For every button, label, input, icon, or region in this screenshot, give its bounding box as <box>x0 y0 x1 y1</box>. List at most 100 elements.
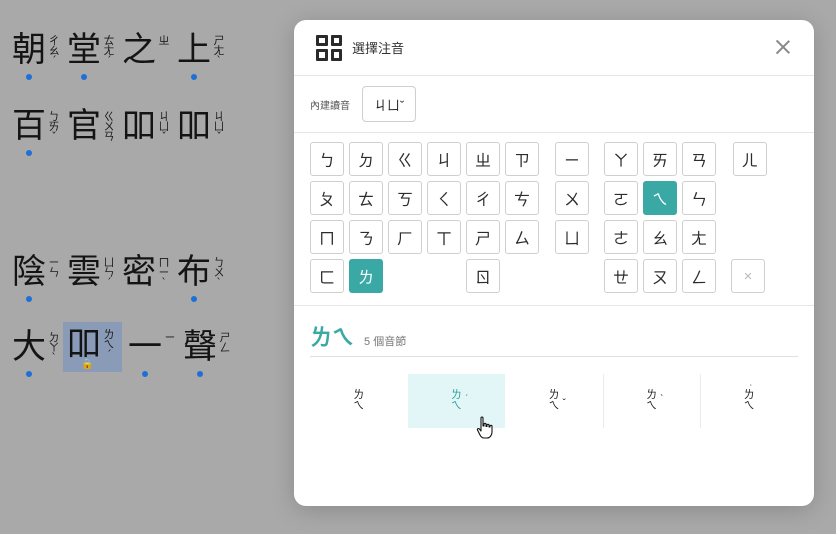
zhuyin-key[interactable]: ㄕ <box>466 220 500 254</box>
hanzi-char: 雲 <box>67 252 101 292</box>
zhuyin-symbol: ˋ <box>216 54 222 67</box>
annotation-dot <box>197 371 203 377</box>
dialog-header: 選擇注音 <box>294 20 814 76</box>
zhuyin-key[interactable]: ㄦ <box>732 142 767 176</box>
zhuyin-key[interactable]: ㄔ <box>466 181 500 215</box>
tone-option[interactable]: ㄌㄟˇ <box>505 374 603 428</box>
character[interactable]: 百ㄅㄞˇ <box>12 106 61 156</box>
zhuyin-key[interactable]: ㄐ <box>427 142 461 176</box>
character[interactable]: 吅ㄐㄩˇ <box>122 106 171 146</box>
zhuyin-key[interactable]: ㄨ <box>555 181 589 215</box>
zhuyin-key[interactable]: ㄋ <box>349 220 383 254</box>
tone-zhuyin: ㄌㄟˋ <box>646 390 663 412</box>
character[interactable]: 聲ㄕㄥ <box>183 327 232 377</box>
character[interactable]: 一ㄧ <box>128 327 177 377</box>
hanzi-char: 布 <box>177 252 211 292</box>
tone-zhuyin: ㄌㄟˊ <box>451 390 468 412</box>
zhuyin-key[interactable]: ㄘ <box>505 181 539 215</box>
zhuyin-key[interactable]: ㄙ <box>505 220 539 254</box>
tone-option[interactable]: ㄌㄟ <box>310 374 408 428</box>
zhuyin-key[interactable]: ㄎ <box>388 181 422 215</box>
character[interactable]: 上ㄕㄤˋ <box>177 30 226 80</box>
zhuyin-key[interactable]: ㄌ <box>349 259 383 293</box>
tone-options: ㄌㄟ ㄌㄟ ˊ ㄌㄟ ˇ ㄌㄟ ˋ ㄌㄟ ˙ <box>310 374 798 428</box>
lock-icon: 🔒 <box>81 359 94 370</box>
zhuyin-key[interactable]: ㄚ <box>604 142 638 176</box>
zhuyin-annotation: ㄓ <box>157 34 171 47</box>
zhuyin-annotation: ㄇㄧˋ <box>157 257 171 289</box>
builtin-reading-button[interactable]: ㄐㄩˇ <box>362 86 416 122</box>
text-line: 百ㄅㄞˇ官ㄍㄨㄢ吅ㄐㄩˇ吅ㄐㄩˇ <box>12 106 232 156</box>
zhuyin-annotation: ㄧㄣ <box>47 257 61 278</box>
hanzi-char: 密 <box>122 252 156 292</box>
zhuyin-key[interactable]: ㄈ <box>310 259 344 293</box>
zhuyin-key[interactable]: ㄩ <box>555 220 589 254</box>
zhuyin-key[interactable]: ㄟ <box>643 181 677 215</box>
annotation-dot <box>142 371 148 377</box>
hanzi-char: 上 <box>177 30 211 70</box>
dialog-title: 選擇注音 <box>352 41 405 56</box>
zhuyin-key[interactable]: ㄡ <box>643 259 677 293</box>
result-zhuyin: ㄌㄟ <box>310 325 355 350</box>
zhuyin-symbol: ㄓ <box>158 34 170 47</box>
tone-option[interactable]: ㄌㄟ ˙ <box>700 374 798 428</box>
zhuyin-symbol: ˇ <box>216 130 222 143</box>
character[interactable]: 密ㄇㄧˋ <box>122 252 171 292</box>
hanzi-char: 大 <box>12 327 46 367</box>
zhuyin-key[interactable]: ㄞ <box>643 142 677 176</box>
zhuyin-key[interactable]: ㄍ <box>388 142 422 176</box>
character[interactable]: 朝ㄔㄠˊ <box>12 30 61 80</box>
character[interactable]: 官ㄍㄨㄢ <box>67 106 116 146</box>
builtin-reading-row: 內建讀音 ㄐㄩˇ <box>294 76 814 133</box>
hanzi-char: 吅 <box>122 106 156 146</box>
zhuyin-key[interactable]: ㄥ <box>682 259 716 293</box>
character[interactable]: 雲ㄩㄣˊ <box>67 252 116 292</box>
character[interactable]: 大ㄉㄚˋ <box>12 327 61 377</box>
character[interactable]: 布ㄅㄨˋ <box>177 252 226 302</box>
zhuyin-key[interactable]: ㄉ <box>349 142 383 176</box>
tone-zhuyin: ㄌㄟ <box>353 390 364 412</box>
zhuyin-key[interactable]: ㄤ <box>682 220 716 254</box>
zhuyin-keypad: ㄅㄉㄍㄐㄓㄗㄆㄊㄎㄑㄔㄘㄇㄋㄏㄒㄕㄙㄈㄌ ㄖ ㄧㄨㄩ ㄚㄞㄢㄦㄛㄟㄣㄜㄠㄤㄝㄡㄥ × <box>310 142 780 297</box>
result-header: ㄌㄟ 5 個音節 <box>310 320 406 352</box>
tone-mark: ˊ <box>464 394 469 405</box>
zhuyin-key[interactable]: ㄏ <box>388 220 422 254</box>
zhuyin-symbol: ˋ <box>51 351 57 364</box>
zhuyin-key[interactable]: ㄖ <box>466 259 500 293</box>
selected-character[interactable]: 吅ㄌㄟ ˊ 🔒 <box>63 322 122 372</box>
zhuyin-annotation: ㄌㄟˊ <box>102 329 116 361</box>
zhuyin-key[interactable]: ㄣ <box>682 181 716 215</box>
zhuyin-annotation: ㄩㄣˊ <box>102 257 116 288</box>
zhuyin-symbol: ˊ <box>106 348 112 361</box>
zhuyin-key[interactable]: ㄛ <box>604 181 638 215</box>
zhuyin-symbol: ㄟ <box>548 400 560 412</box>
zhuyin-key[interactable]: ㄧ <box>555 142 589 176</box>
zhuyin-symbol: ˋ <box>161 276 167 289</box>
zhuyin-annotation: ㄅㄨˋ <box>212 257 226 288</box>
zhuyin-key[interactable]: ㄜ <box>604 220 638 254</box>
zhuyin-annotation: ㄐㄩˇ <box>157 111 171 142</box>
zhuyin-key[interactable]: ㄠ <box>643 220 677 254</box>
character[interactable]: 吅ㄐㄩˇ <box>177 106 226 146</box>
character[interactable]: 之ㄓ <box>122 30 171 70</box>
zhuyin-symbol: ㄟ <box>646 400 658 412</box>
tone-mark: ˙ <box>749 384 754 395</box>
zhuyin-key[interactable]: ㄆ <box>310 181 344 215</box>
zhuyin-key[interactable]: ㄒ <box>427 220 461 254</box>
zhuyin-key[interactable]: ㄇ <box>310 220 344 254</box>
zhuyin-key[interactable]: ㄓ <box>466 142 500 176</box>
zhuyin-key[interactable]: ㄊ <box>349 181 383 215</box>
character[interactable]: 堂ㄊㄤˊ <box>67 30 116 80</box>
zhuyin-annotation: ㄕㄥ <box>218 332 232 353</box>
zhuyin-key[interactable]: ㄗ <box>505 142 539 176</box>
zhuyin-key[interactable]: ㄝ <box>604 259 638 293</box>
close-icon[interactable] <box>774 38 792 56</box>
zhuyin-key[interactable]: ㄑ <box>427 181 461 215</box>
text-line: 朝ㄔㄠˊ堂ㄊㄤˊ之ㄓ上ㄕㄤˋ <box>12 30 232 80</box>
character[interactable]: 陰ㄧㄣ <box>12 252 61 302</box>
zhuyin-key[interactable]: ㄅ <box>310 142 344 176</box>
clear-key[interactable]: × <box>731 259 765 293</box>
tone-option[interactable]: ㄌㄟˋ <box>602 374 701 428</box>
tone-zhuyin: ㄌㄟ ˙ <box>744 384 755 412</box>
zhuyin-key[interactable]: ㄢ <box>682 142 716 176</box>
